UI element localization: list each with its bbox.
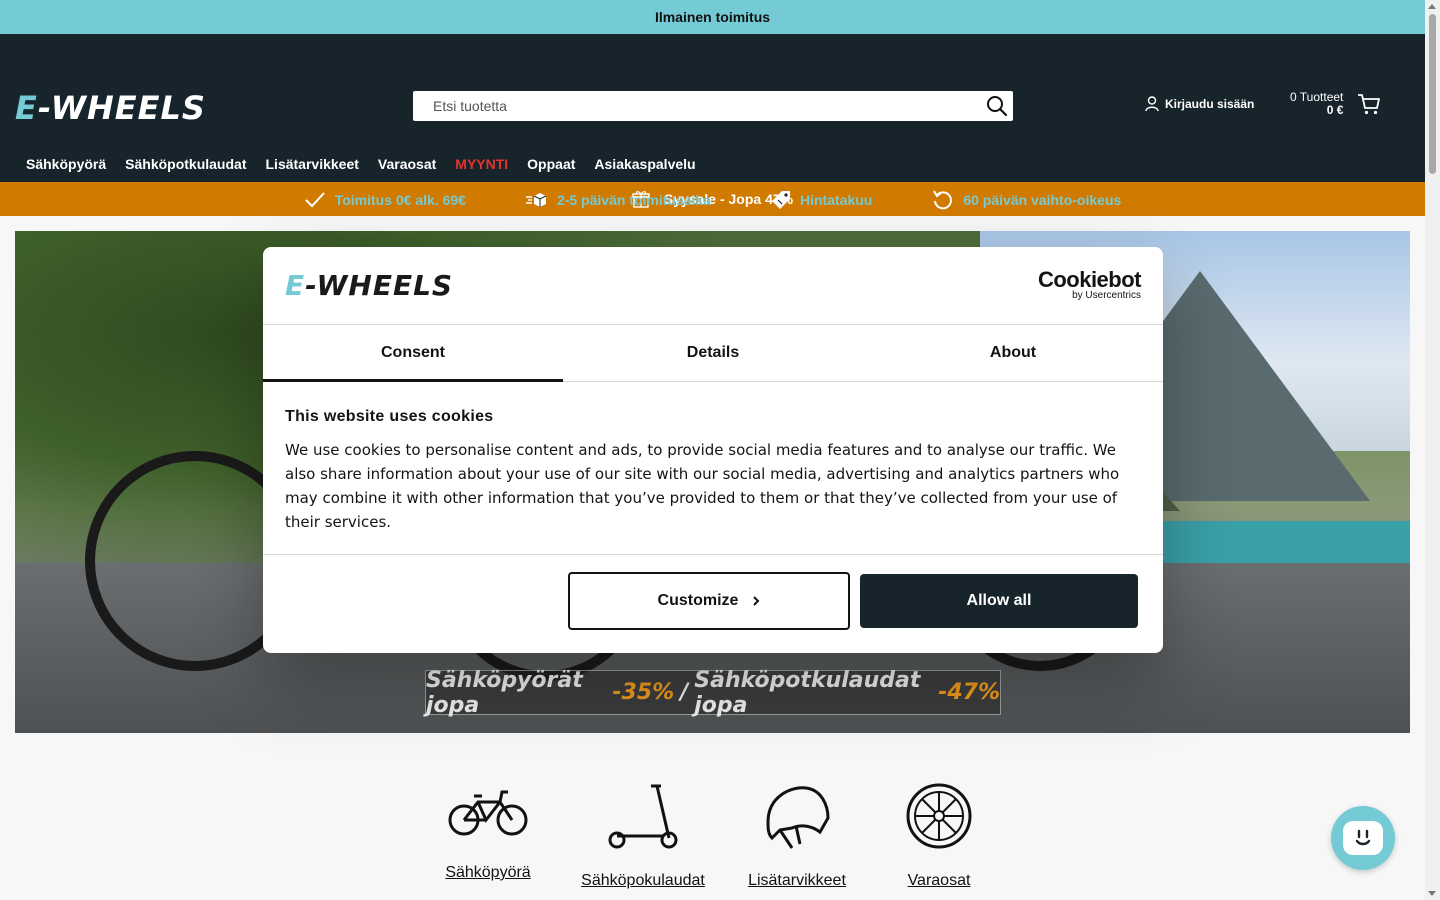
cookie-dialog-header: E-WHEELS Cookiebot by Usercentrics [263, 247, 1163, 325]
hero-banner-text-2: Sähköpotkulaudat jopa [694, 667, 921, 718]
category-sahkopokulaudat[interactable]: Sähköpokulaudat [580, 782, 706, 890]
scroll-down-arrow-icon[interactable] [1428, 891, 1436, 896]
search-bar [413, 91, 1013, 121]
scooter-icon [608, 784, 678, 849]
usp-bar: Toimitus 0€ alk. 69€ 2-5 päivän toimitus… [0, 189, 1425, 211]
nav-item-asiakaspalvelu[interactable]: Asiakaspalvelu [594, 156, 695, 172]
top-announcement-text: Ilmainen toimitus [654, 9, 771, 25]
customize-button[interactable]: Customize [568, 572, 850, 630]
cookie-dialog-body: This website uses cookies We use cookies… [263, 382, 1163, 555]
smiley-icon [1355, 829, 1371, 846]
usp-item-shipping: Toimitus 0€ alk. 69€ [304, 189, 466, 211]
search-input[interactable] [413, 91, 981, 121]
logo-text: -WHEELS [305, 269, 454, 302]
hero-sale-banner: Sähköpyörät jopa -35% / Sähköpotkulaudat… [425, 667, 1001, 718]
return-arrow-icon [933, 190, 953, 210]
fast-box-icon [525, 193, 547, 207]
usp-item-price-guarantee: Hintatakuu [771, 189, 872, 211]
category-label: Sähköpyörä [445, 864, 531, 881]
nav-item-sahkopyora[interactable]: Sähköpyörä [26, 156, 106, 172]
helmet-icon [766, 786, 830, 849]
category-lisatarvikkeet[interactable]: Lisätarvikkeet [746, 782, 848, 890]
cookiebot-brand-sub: by Usercentrics [1072, 290, 1141, 301]
usp-item-return: 60 päivän vaihto-oikeus [932, 189, 1121, 211]
hero-banner-pct-1: -35% [612, 680, 675, 705]
top-announcement-bar: Ilmainen toimitus [0, 0, 1425, 34]
site-header: E-WHEELS Kirjaudu sisään 0 Tuotteet 0 € [0, 34, 1425, 210]
usp-label: 2-5 päivän toimitusaika [556, 192, 711, 208]
cookie-dialog-text: We use cookies to personalise content an… [285, 441, 1120, 531]
nav-item-varaosat[interactable]: Varaosat [378, 156, 436, 172]
category-label: Lisätarvikkeet [748, 872, 846, 889]
bicycle-icon [448, 790, 528, 836]
hero-banner-pct-2: -47% [938, 680, 1000, 705]
price-tag-icon [772, 191, 790, 209]
cookie-dialog-tabs: Consent Details About [263, 325, 1163, 382]
search-button[interactable] [981, 91, 1013, 121]
cart-amount: 0 € [1326, 103, 1344, 117]
chat-launcher-button[interactable] [1331, 806, 1395, 870]
checkmark-icon [304, 192, 325, 208]
usp-label: Toimitus 0€ alk. 69€ [334, 192, 466, 208]
chevron-right-icon [753, 596, 760, 606]
cart-button[interactable]: 0 Tuotteet 0 € [1290, 91, 1381, 117]
category-sahkopyora[interactable]: Sähköpyörä [445, 782, 531, 882]
hero-banner-separator: / [680, 680, 689, 705]
nav-item-myynti[interactable]: MYYNTI [455, 156, 508, 172]
page: Ilmainen toimitus E-WHEELS Kirjaudu sisä… [0, 0, 1425, 900]
logo-text: -WHEELS [37, 89, 206, 127]
cart-summary: 0 Tuotteet 0 € [1290, 91, 1343, 117]
search-icon [987, 96, 1008, 117]
cookie-dialog-actions: Customize Allow all [263, 555, 1163, 653]
cart-icon [1358, 94, 1381, 115]
site-logo[interactable]: E-WHEELS [15, 89, 206, 127]
wheel-icon [906, 783, 972, 849]
nav-item-lisatarvikkeet[interactable]: Lisätarvikkeet [266, 156, 359, 172]
category-label: Varaosat [907, 872, 971, 889]
cookiebot-logo[interactable]: Cookiebot by Usercentrics [1037, 267, 1142, 301]
cookiebot-brand: Cookiebot [1037, 267, 1142, 292]
tab-about[interactable]: About [863, 325, 1163, 381]
category-varaosat[interactable]: Varaosat [904, 782, 974, 890]
logo-wordmark: E-WHEELS [15, 89, 206, 127]
cookie-dialog-logo: E-WHEELS [285, 269, 453, 302]
hero-banner-text-1: Sähköpyörät jopa [426, 667, 583, 718]
scroll-up-arrow-icon[interactable] [1428, 4, 1436, 9]
scrollbar-thumb[interactable] [1429, 14, 1436, 174]
allow-all-button[interactable]: Allow all [860, 574, 1138, 628]
nav-item-oppaat[interactable]: Oppaat [527, 156, 575, 172]
main-navigation: Sähköpyörä Sähköpotkulaudat Lisätarvikke… [26, 156, 696, 172]
nav-item-sahkopotkulaudat[interactable]: Sähköpotkulaudat [125, 156, 246, 172]
chat-bubble-icon [1343, 821, 1383, 855]
page-scrollbar[interactable] [1425, 0, 1440, 900]
usp-item-delivery-time: 2-5 päivän toimitusaika [525, 189, 711, 211]
login-link[interactable]: Kirjaudu sisään [1145, 96, 1254, 112]
user-icon [1145, 96, 1159, 112]
usp-label: 60 päivän vaihto-oikeus [963, 192, 1122, 208]
cookie-dialog-title: This website uses cookies [285, 408, 494, 425]
cookie-consent-dialog: E-WHEELS Cookiebot by Usercentrics Conse… [263, 247, 1163, 653]
tab-consent[interactable]: Consent [263, 325, 563, 382]
tab-details[interactable]: Details [563, 325, 863, 381]
logo-letter: E [15, 89, 38, 127]
category-label: Sähköpokulaudat [581, 872, 705, 889]
usp-label: Hintatakuu [800, 192, 873, 208]
login-label: Kirjaudu sisään [1165, 97, 1255, 111]
logo-letter: E [285, 269, 306, 302]
customize-label: Customize [657, 592, 739, 609]
